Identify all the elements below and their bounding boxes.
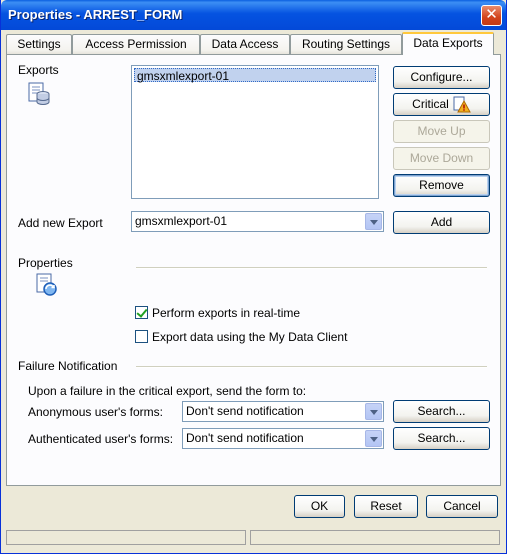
title-bar[interactable]: Properties - ARREST_FORM ✕ — [1, 0, 506, 30]
properties-document-icon — [36, 273, 57, 296]
exports-document-icon — [28, 82, 50, 105]
properties-section-label: Properties — [18, 256, 73, 270]
authenticated-forms-label: Authenticated user's forms: — [28, 432, 174, 446]
ok-button[interactable]: OK — [294, 495, 345, 518]
configure-button[interactable]: Configure... — [393, 66, 490, 89]
realtime-checkbox[interactable] — [135, 306, 148, 319]
add-new-export-label: Add new Export — [18, 216, 103, 230]
close-button[interactable]: ✕ — [481, 5, 502, 26]
add-button[interactable]: Add — [393, 211, 490, 234]
cancel-button[interactable]: Cancel — [426, 495, 498, 518]
chevron-down-icon[interactable] — [365, 213, 382, 230]
add-export-selected-value: gmsxmlexport-01 — [135, 214, 228, 228]
move-up-button[interactable]: Move Up — [393, 120, 490, 143]
status-cell-left — [6, 530, 246, 545]
tab-routing-settings[interactable]: Routing Settings — [290, 34, 402, 54]
realtime-checkbox-label[interactable]: Perform exports in real-time — [152, 306, 300, 320]
critical-button[interactable]: Critical — [393, 93, 490, 116]
mydataclient-checkbox[interactable] — [135, 330, 148, 343]
critical-warning-icon — [453, 96, 471, 113]
list-item[interactable]: gmsxmlexport-01 — [134, 68, 376, 83]
tab-data-access[interactable]: Data Access — [200, 34, 290, 54]
exports-list[interactable]: gmsxmlexport-01 — [131, 65, 379, 199]
anonymous-forms-label: Anonymous user's forms: — [28, 405, 164, 419]
window-title: Properties - ARREST_FORM — [8, 7, 183, 22]
remove-button[interactable]: Remove — [393, 174, 490, 197]
anonymous-selected-value: Don't send notification — [186, 404, 304, 418]
mydataclient-checkbox-label[interactable]: Export data using the My Data Client — [152, 330, 347, 344]
tab-settings[interactable]: Settings — [6, 34, 72, 54]
authenticated-search-button[interactable]: Search... — [393, 427, 490, 450]
authenticated-notification-select[interactable]: Don't send notification — [182, 428, 384, 449]
properties-dialog: Properties - ARREST_FORM ✕ Settings Acce… — [0, 0, 507, 554]
reset-button[interactable]: Reset — [354, 495, 418, 518]
chevron-down-icon[interactable] — [365, 430, 382, 447]
anonymous-search-button[interactable]: Search... — [393, 400, 490, 423]
properties-divider — [136, 267, 487, 269]
exports-label: Exports — [18, 63, 59, 77]
failure-description: Upon a failure in the critical export, s… — [28, 384, 307, 398]
status-cell-right — [250, 530, 500, 545]
anonymous-notification-select[interactable]: Don't send notification — [182, 401, 384, 422]
chevron-down-icon[interactable] — [365, 403, 382, 420]
tab-access-permission[interactable]: Access Permission — [72, 34, 200, 54]
authenticated-selected-value: Don't send notification — [186, 431, 304, 445]
critical-button-label: Critical — [412, 97, 449, 111]
add-export-select[interactable]: gmsxmlexport-01 — [131, 211, 384, 232]
data-exports-panel: Exports gmsxmlexport-01 Configure... Cri… — [6, 54, 501, 486]
tab-bar: Settings Access Permission Data Access R… — [6, 32, 501, 55]
move-down-button[interactable]: Move Down — [393, 147, 490, 170]
failure-notification-label: Failure Notification — [18, 359, 118, 373]
tab-data-exports[interactable]: Data Exports — [402, 32, 494, 55]
failure-divider — [136, 366, 487, 368]
status-bar — [6, 528, 501, 548]
